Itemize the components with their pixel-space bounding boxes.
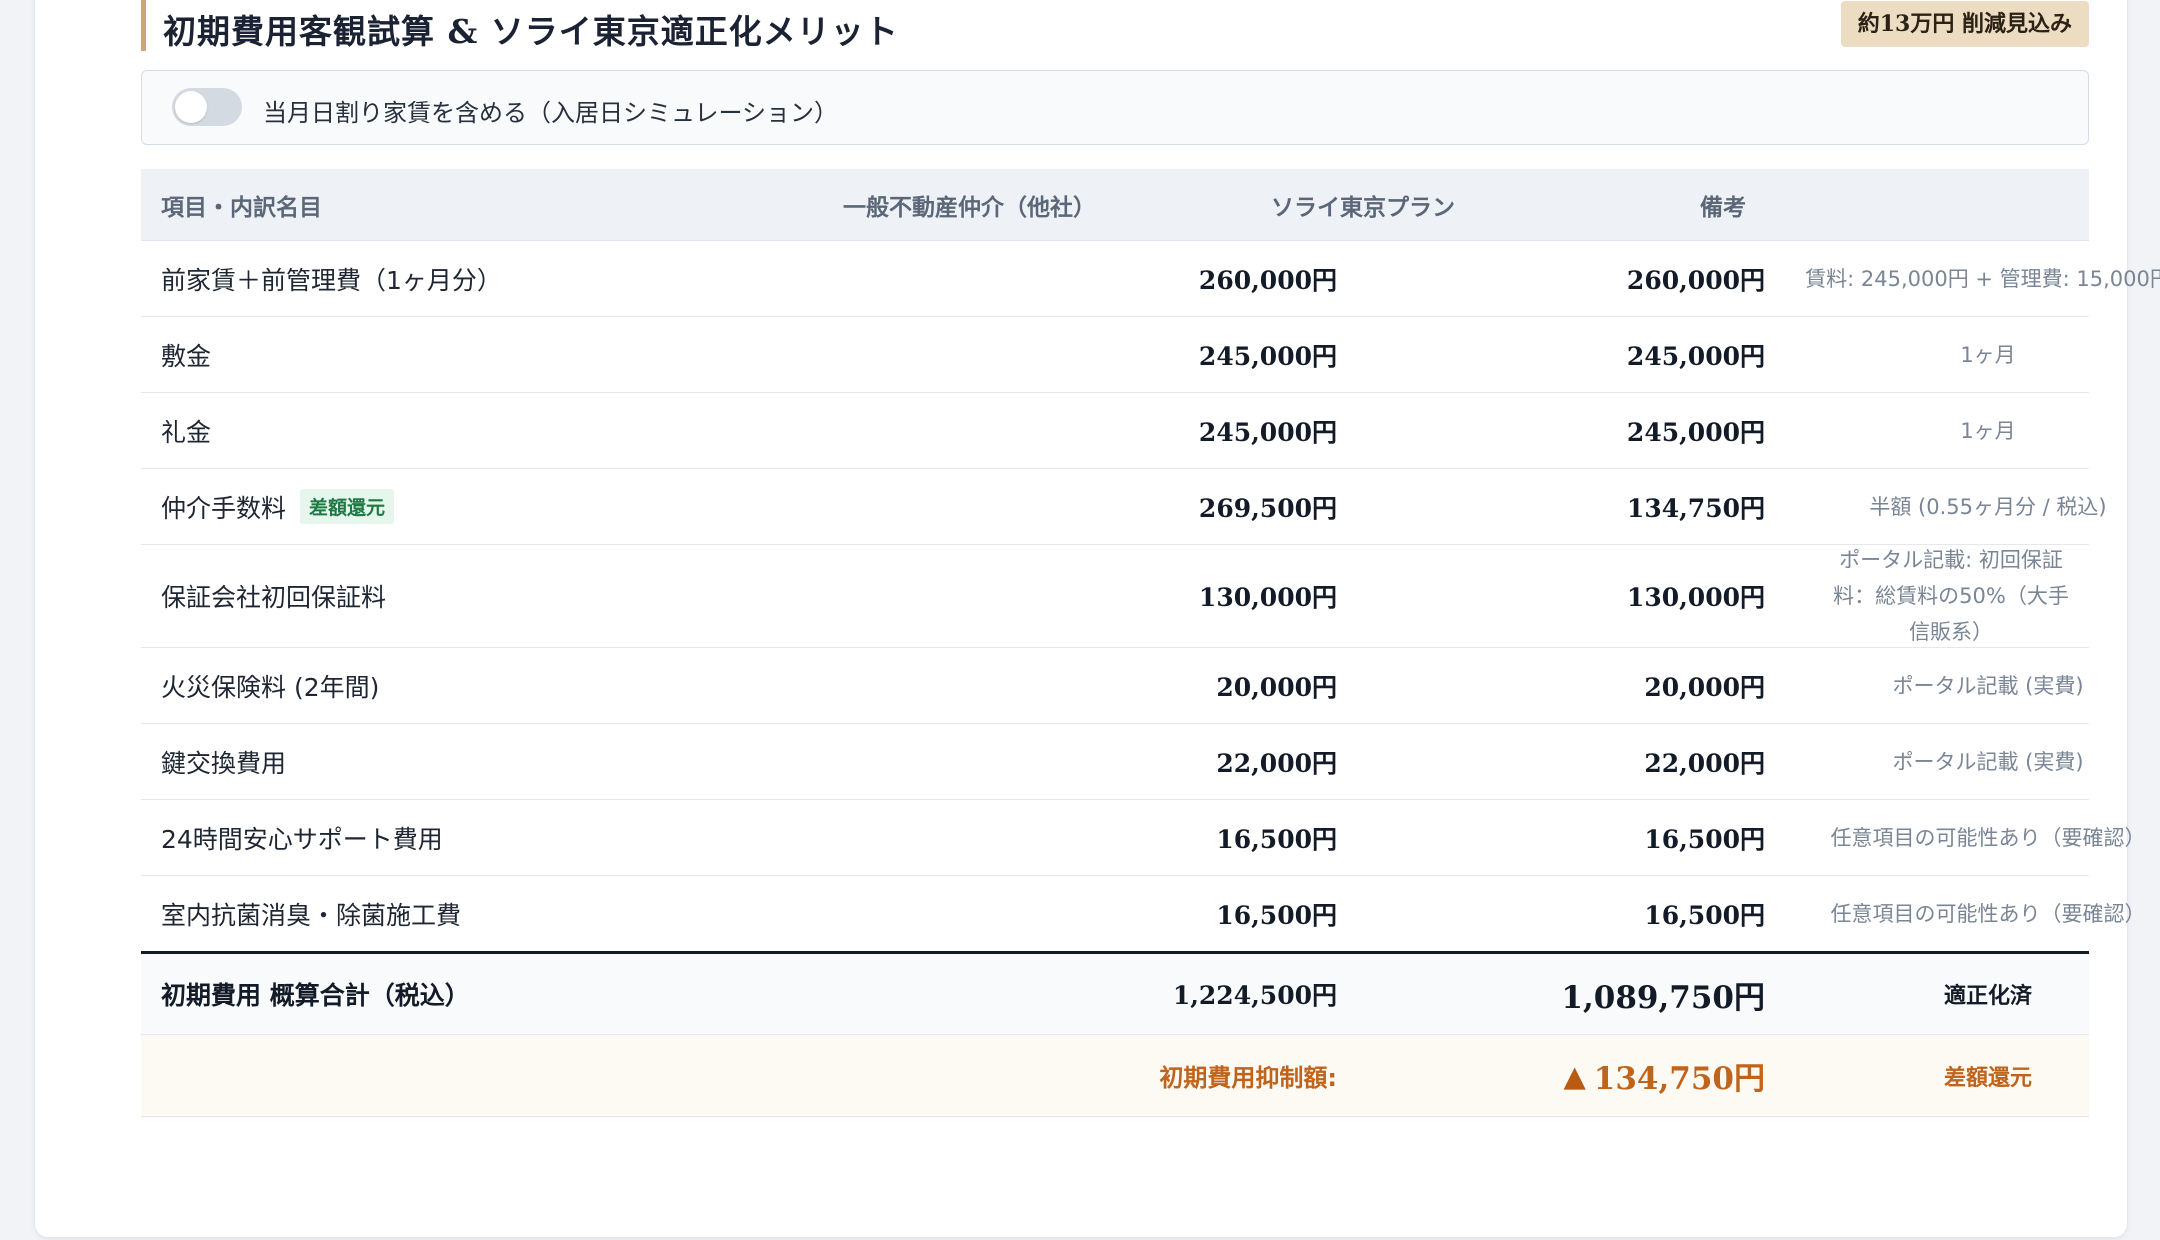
savings-badge: 約13万円 削減見込み [1840, 1, 2089, 47]
column-header-sorai: ソライ東京プラン [1271, 194, 1455, 221]
row-general-cost: 20,000円 [1216, 672, 1337, 702]
switch-knob [175, 91, 207, 123]
row-item-label: 礼金 [161, 417, 212, 447]
row-item: 保証会社初回保証料 [161, 545, 801, 647]
row-item-label: 敷金 [161, 341, 212, 371]
cost-table: 項目・内訳名目 一般不動産仲介（他社） ソライ東京プラン 備考 前家賃＋前管理費… [141, 169, 2160, 1117]
row-item: 鍵交換費用 [161, 724, 801, 799]
table-row: 仲介手数料 差額還元 269,500円 134,750円 半額 (0.55ヶ月分… [141, 469, 2107, 545]
row-item: 仲介手数料 差額還元 [161, 469, 801, 544]
prorated-rent-toggle-panel: 当月日割り家賃を含める（入居日シミュレーション） [141, 70, 2089, 145]
row-item-label: 火災保険料 (2年間) [161, 672, 380, 702]
row-general-cost: 22,000円 [1216, 748, 1337, 778]
row-general-cost: 130,000円 [1198, 583, 1337, 612]
savings-label: 初期費用抑制額: [1159, 1064, 1337, 1092]
row-note: 任意項目の可能性あり（要確認） [1830, 901, 2146, 926]
row-note: ポータル記載 (実費) [1892, 749, 2084, 774]
toggle-label: 当月日割り家賃を含める（入居日シミュレーション） [263, 99, 839, 127]
difference-refund-tag: 差額還元 [300, 489, 395, 524]
row-item-label: 保証会社初回保証料 [161, 583, 387, 612]
triangle-up-icon: ▲ [1563, 1058, 1586, 1093]
total-note: 適正化済 [1943, 984, 2032, 1009]
table-row: 保証会社初回保証料 130,000円 130,000円 ポータル記載: 初回保証… [141, 545, 2089, 648]
row-item: 前家賃＋前管理費（1ヶ月分） [161, 241, 801, 316]
row-item-label: 前家賃＋前管理費（1ヶ月分） [161, 265, 502, 295]
row-general-cost: 260,000円 [1198, 265, 1337, 295]
total-row: 初期費用 概算合計（税込） 1,224,500円 1,089,750円 適正化済 [141, 951, 2089, 1035]
row-item: 24時間安心サポート費用 [161, 800, 801, 875]
table-row: 鍵交換費用 22,000円 22,000円 ポータル記載 (実費) [141, 724, 2089, 800]
table-row: 火災保険料 (2年間) 20,000円 20,000円 ポータル記載 (実費) [141, 648, 2089, 724]
cost-card: 初期費用客観試算 & ソライ東京適正化メリット 約13万円 削減見込み 当月日割… [34, 0, 2160, 1238]
total-label: 初期費用 概算合計（税込） [161, 981, 470, 1010]
row-item-label: 室内抗菌消臭・除菌施工費 [161, 900, 462, 930]
row-note: ポータル記載 (実費) [1892, 673, 2084, 698]
row-item-label: 24時間安心サポート費用 [161, 824, 443, 854]
row-general-cost: 245,000円 [1198, 417, 1337, 447]
page-title: 初期費用客観試算 & ソライ東京適正化メリット [163, 12, 899, 51]
prorated-rent-switch[interactable] [172, 88, 242, 126]
row-item: 礼金 [161, 393, 801, 468]
row-item-label: 鍵交換費用 [161, 748, 287, 778]
row-note: 任意項目の可能性あり（要確認） [1830, 825, 2146, 850]
row-general-cost: 16,500円 [1216, 824, 1337, 854]
row-item: 敷金 [161, 317, 801, 392]
table-row: 24時間安心サポート費用 16,500円 16,500円 任意項目の可能性あり（… [141, 800, 2146, 876]
row-note: 1ヶ月 [1960, 418, 2016, 443]
table-row: 室内抗菌消臭・除菌施工費 16,500円 16,500円 任意項目の可能性あり（… [141, 876, 2146, 951]
table-header-row: 項目・内訳名目 一般不動産仲介（他社） ソライ東京プラン 備考 [141, 169, 2089, 241]
row-item: 室内抗菌消臭・除菌施工費 [161, 876, 801, 951]
row-note: 半額 (0.55ヶ月分 / 税込) [1869, 494, 2107, 519]
row-general-cost: 245,000円 [1198, 341, 1337, 371]
title-accent-bar [141, 0, 146, 51]
card-header: 初期費用客観試算 & ソライ東京適正化メリット 約13万円 削減見込み [141, 0, 2089, 51]
row-note: 賃料: 245,000円 + 管理費: 15,000円 [1805, 266, 2160, 291]
savings-note: 差額還元 [1943, 1065, 2032, 1091]
total-general-cost: 1,224,500円 [1172, 981, 1337, 1010]
row-general-cost: 269,500円 [1198, 493, 1337, 523]
row-note: ポータル記載: 初回保証料：総賃料の50%（大手信販系） [1833, 548, 2069, 644]
row-item-label: 仲介手数料 [161, 493, 287, 523]
column-header-note: 備考 [1700, 194, 1746, 221]
row-general-cost: 16,500円 [1216, 900, 1337, 930]
column-header-item: 項目・内訳名目 [161, 194, 322, 221]
table-row: 前家賃＋前管理費（1ヶ月分） 260,000円 260,000円 賃料: 245… [141, 241, 2160, 317]
row-note: 1ヶ月 [1960, 342, 2016, 367]
table-row: 礼金 245,000円 245,000円 1ヶ月 [141, 393, 2089, 469]
row-item: 火災保険料 (2年間) [161, 648, 801, 723]
savings-row: 初期費用抑制額: ▲ 134,750円 差額還元 [141, 1035, 2089, 1117]
table-row: 敷金 245,000円 245,000円 1ヶ月 [141, 317, 2089, 393]
